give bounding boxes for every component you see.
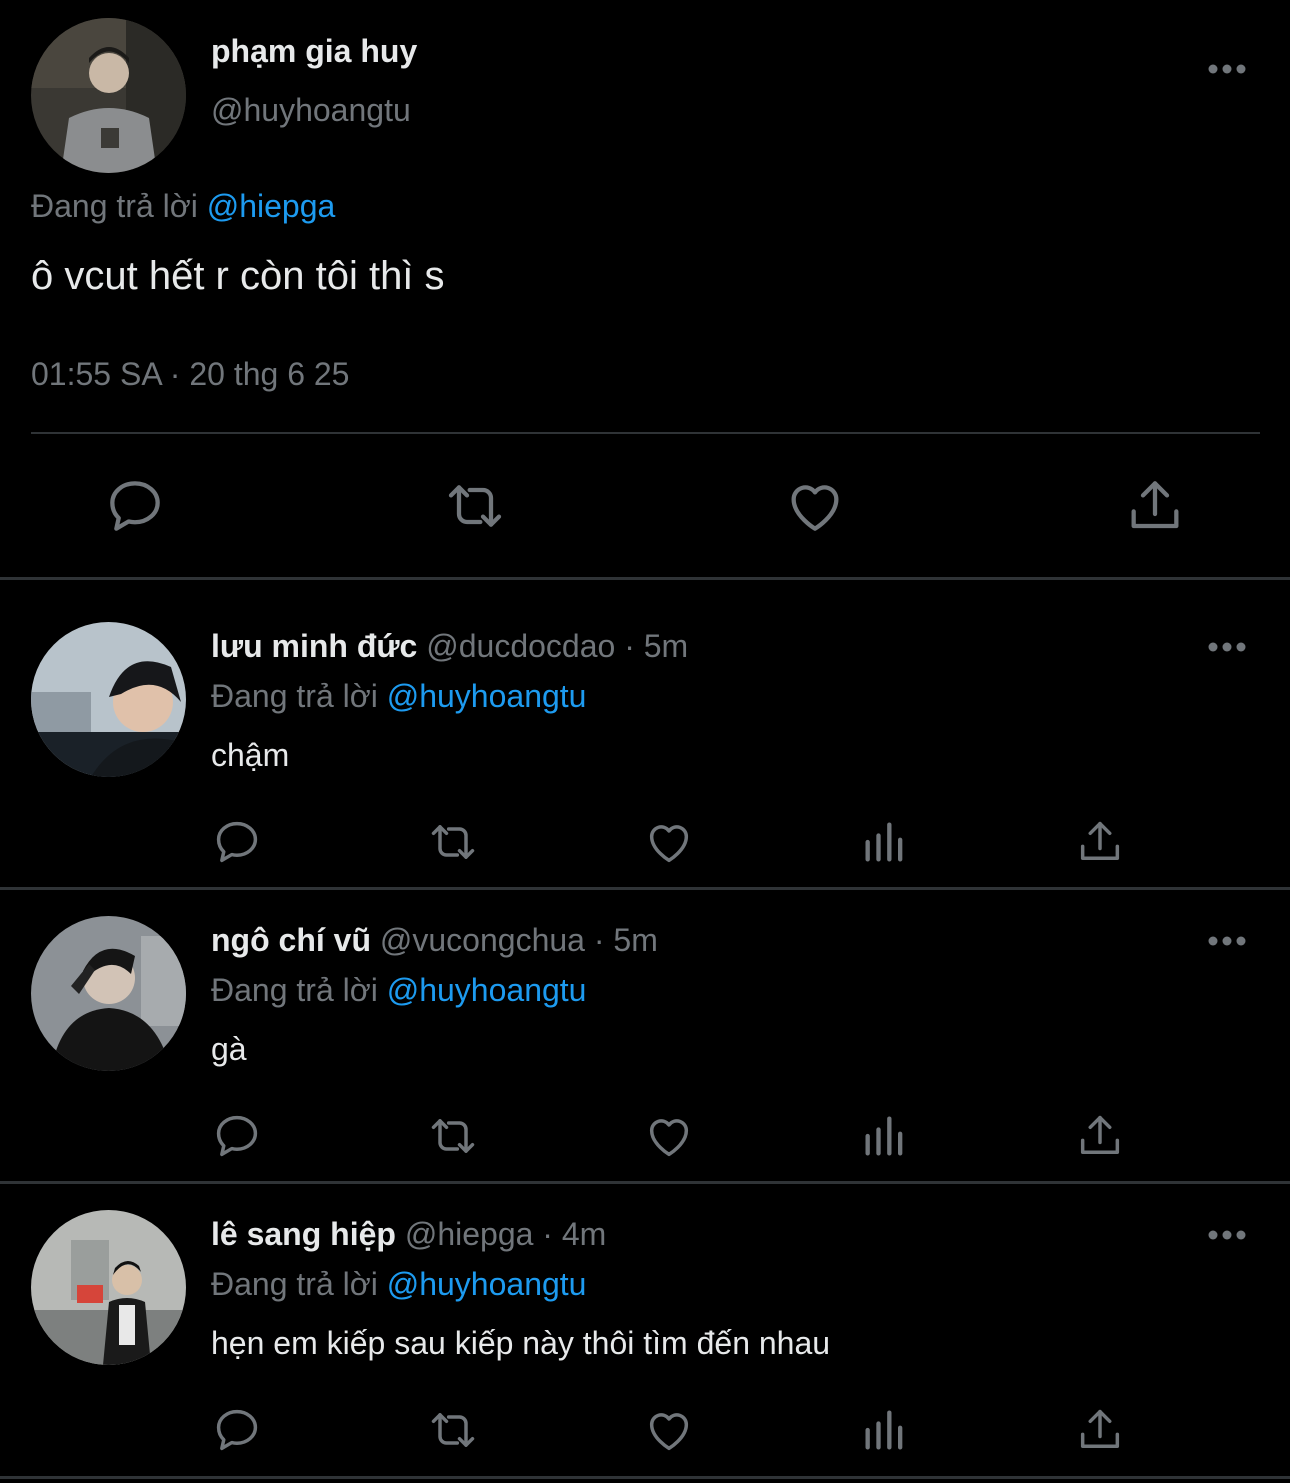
reply-icon[interactable] [211,1404,263,1456]
more-options-icon[interactable] [1206,635,1248,659]
reply-icon[interactable] [103,474,167,538]
views-icon[interactable] [859,816,911,868]
share-icon[interactable] [1074,1404,1126,1456]
avatar[interactable] [31,18,186,173]
reply-time[interactable]: · 5m [594,922,658,958]
tweet-text: ô vcut hết r còn tôi thì s [31,254,445,298]
avatar[interactable] [31,916,186,1071]
like-icon[interactable] [643,1404,695,1456]
reply-text: hẹn em kiếp sau kiếp này thôi tìm đến nh… [211,1325,831,1361]
reply-text: chậm [211,737,290,773]
replying-to-link[interactable]: @huyhoangtu [387,972,587,1008]
author-name[interactable]: lê sang hiệp [211,1216,396,1252]
reply-text: gà [211,1031,247,1067]
retweet-icon[interactable] [443,474,507,538]
retweet-icon[interactable] [427,1110,479,1162]
reply-header: ngô chí vũ @vucongchua · 5m [211,922,658,959]
reply-header: lê sang hiệp @hiepga · 4m [211,1216,606,1253]
reply-tweet[interactable]: ngô chí vũ @vucongchua · 5m Đang trả lời… [0,874,1290,1168]
replying-label: Đang trả lời [211,972,378,1008]
tweet-timestamp[interactable]: 01:55 SA · 20 thg 6 25 [31,356,349,393]
like-icon[interactable] [643,816,695,868]
retweet-icon[interactable] [427,816,479,868]
replying-to: Đang trả lời @huyhoangtu [211,678,586,715]
share-icon[interactable] [1074,1110,1126,1162]
avatar[interactable] [31,622,186,777]
author-handle[interactable]: @huyhoangtu [211,92,411,129]
author-handle[interactable]: @hiepga [405,1216,534,1252]
more-options-icon[interactable] [1206,929,1248,953]
reply-icon[interactable] [211,1110,263,1162]
author-handle[interactable]: @vucongchua [380,922,585,958]
reply-time[interactable]: · 5m [624,628,688,664]
replying-to-link[interactable]: @hiepga [207,188,336,224]
reply-time[interactable]: · 4m [542,1216,606,1252]
replying-to-link[interactable]: @huyhoangtu [387,678,587,714]
views-icon[interactable] [859,1110,911,1162]
reply-icon[interactable] [211,816,263,868]
views-icon[interactable] [859,1404,911,1456]
like-icon[interactable] [643,1110,695,1162]
avatar[interactable] [31,1210,186,1365]
like-icon[interactable] [783,474,847,538]
divider [31,432,1260,434]
divider [0,1476,1290,1479]
share-icon[interactable] [1074,816,1126,868]
replying-to: Đang trả lời @huyhoangtu [211,1266,586,1303]
more-options-icon[interactable] [1206,56,1248,82]
replying-to: Đang trả lời @huyhoangtu [211,972,586,1009]
reply-tweet[interactable]: lê sang hiệp @hiepga · 4m Đang trả lời @… [0,1168,1290,1462]
replying-label: Đang trả lời [31,188,198,224]
author-name[interactable]: phạm gia huy [211,33,417,70]
author-name[interactable]: ngô chí vũ [211,922,371,958]
reply-tweet[interactable]: lưu minh đức @ducdocdao · 5m Đang trả lờ… [0,580,1290,874]
replying-label: Đang trả lời [211,678,378,714]
replying-to: Đang trả lời @hiepga [31,188,335,225]
replying-label: Đang trả lời [211,1266,378,1302]
author-handle[interactable]: @ducdocdao [426,628,615,664]
retweet-icon[interactable] [427,1404,479,1456]
share-icon[interactable] [1123,474,1187,538]
more-options-icon[interactable] [1206,1223,1248,1247]
replying-to-link[interactable]: @huyhoangtu [387,1266,587,1302]
reply-header: lưu minh đức @ducdocdao · 5m [211,628,688,665]
author-name[interactable]: lưu minh đức [211,628,417,664]
main-tweet: phạm gia huy @huyhoangtu Đang trả lời @h… [0,0,1290,580]
